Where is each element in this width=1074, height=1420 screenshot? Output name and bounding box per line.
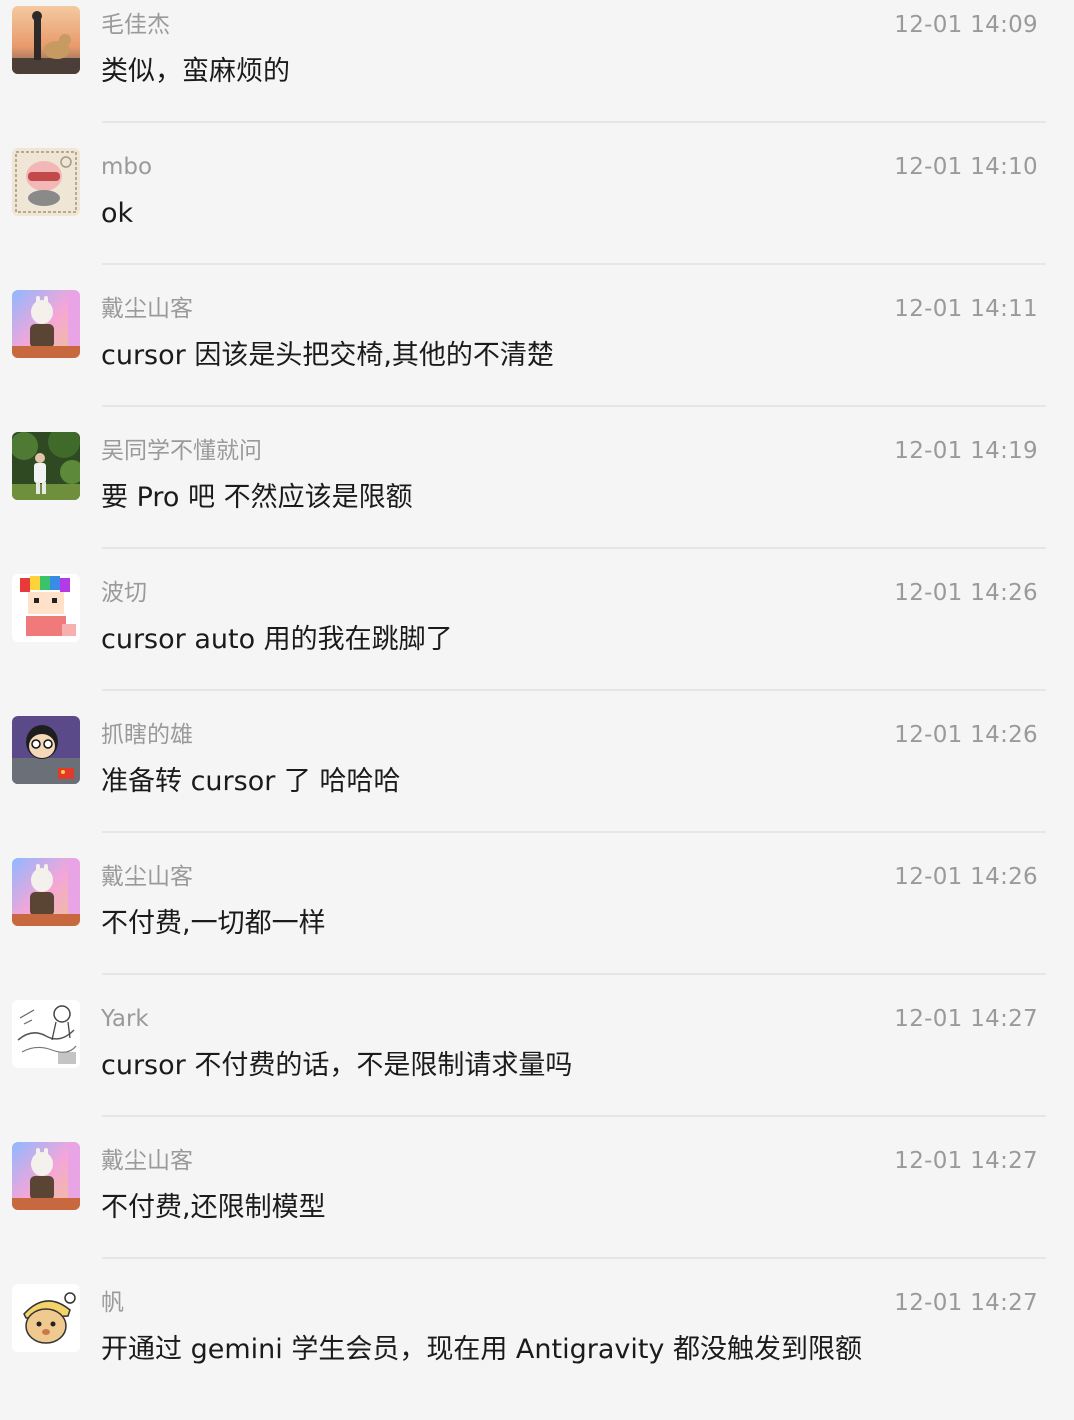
- message-item[interactable]: 抓瞎的雄 12-01 14:26 准备转 cursor 了 哈哈哈: [0, 710, 1074, 852]
- avatar[interactable]: [12, 1000, 80, 1068]
- divider: [102, 689, 1046, 691]
- message-text: 要 Pro 吧 不然应该是限额: [101, 482, 413, 513]
- message-time: 12-01 14:11: [894, 296, 1038, 322]
- message-time: 12-01 14:26: [894, 722, 1038, 748]
- avatar[interactable]: [12, 6, 80, 74]
- avatar[interactable]: [12, 574, 80, 642]
- sender-name: 抓瞎的雄: [101, 722, 193, 748]
- sender-name: 戴尘山客: [101, 296, 193, 322]
- message-text: cursor 因该是头把交椅,其他的不清楚: [101, 340, 554, 371]
- avatar[interactable]: [12, 1142, 80, 1210]
- message-item[interactable]: 戴尘山客 12-01 14:11 cursor 因该是头把交椅,其他的不清楚: [0, 284, 1074, 426]
- sender-name: 戴尘山客: [101, 1148, 193, 1174]
- sender-name: 毛佳杰: [101, 12, 170, 38]
- avatar-cartoon-boy-icon: [12, 716, 80, 784]
- message-time: 12-01 14:26: [894, 864, 1038, 890]
- message-item[interactable]: Yark 12-01 14:27 cursor 不付费的话，不是限制请求量吗: [0, 994, 1074, 1136]
- avatar[interactable]: [12, 148, 80, 216]
- message-text: 不付费,一切都一样: [101, 908, 326, 939]
- sender-name: mbo: [101, 154, 153, 180]
- message-text: 准备转 cursor 了 哈哈哈: [101, 766, 401, 797]
- divider: [102, 973, 1046, 975]
- message-text: cursor 不付费的话，不是限制请求量吗: [101, 1050, 573, 1081]
- message-item[interactable]: 帆 12-01 14:27 开通过 gemini 学生会员，现在用 Antigr…: [0, 1278, 1074, 1420]
- message-item[interactable]: 戴尘山客 12-01 14:27 不付费,还限制模型: [0, 1136, 1074, 1278]
- divider: [102, 405, 1046, 407]
- avatar[interactable]: [12, 1284, 80, 1352]
- avatar-person-forest-icon: [12, 432, 80, 500]
- message-time: 12-01 14:19: [894, 438, 1038, 464]
- message-text: 不付费,还限制模型: [101, 1192, 326, 1223]
- avatar[interactable]: [12, 716, 80, 784]
- avatar-cartoon-bear-icon: [12, 1284, 80, 1352]
- sender-name: 戴尘山客: [101, 864, 193, 890]
- message-item[interactable]: 波切 12-01 14:26 cursor auto 用的我在跳脚了: [0, 568, 1074, 710]
- chat-message-list: 毛佳杰 12-01 14:09 类似，蛮麻烦的 mbo 12-01 14:10 …: [0, 0, 1074, 1392]
- divider: [102, 1115, 1046, 1117]
- divider: [102, 547, 1046, 549]
- avatar-rabbit-warrior-icon: [12, 858, 80, 926]
- sender-name: Yark: [101, 1006, 149, 1032]
- message-time: 12-01 14:27: [894, 1006, 1038, 1032]
- message-time: 12-01 14:09: [894, 12, 1038, 38]
- sender-name: 吴同学不懂就问: [101, 438, 262, 464]
- divider: [102, 1257, 1046, 1259]
- avatar[interactable]: [12, 858, 80, 926]
- avatar-pig-stamp-icon: [12, 148, 80, 216]
- divider: [102, 263, 1046, 265]
- message-item[interactable]: mbo 12-01 14:10 ok: [0, 142, 1074, 284]
- message-text: ok: [101, 198, 134, 229]
- message-time: 12-01 14:27: [894, 1148, 1038, 1174]
- divider: [102, 121, 1046, 123]
- avatar-boy-dog-icon: [12, 6, 80, 74]
- sender-name: 波切: [101, 580, 147, 606]
- message-item[interactable]: 毛佳杰 12-01 14:09 类似，蛮麻烦的: [0, 0, 1074, 142]
- message-time: 12-01 14:26: [894, 580, 1038, 606]
- message-time: 12-01 14:27: [894, 1290, 1038, 1316]
- avatar[interactable]: [12, 432, 80, 500]
- avatar-rabbit-warrior-icon: [12, 290, 80, 358]
- avatar[interactable]: [12, 290, 80, 358]
- message-text: 开通过 gemini 学生会员，现在用 Antigravity 都没触发到限额: [101, 1334, 862, 1365]
- avatar-pixel-rainbow-icon: [12, 574, 80, 642]
- avatar-rabbit-warrior-icon: [12, 1142, 80, 1210]
- message-text: 类似，蛮麻烦的: [101, 56, 290, 87]
- avatar-sketch-icon: [12, 1000, 80, 1068]
- message-item[interactable]: 吴同学不懂就问 12-01 14:19 要 Pro 吧 不然应该是限额: [0, 426, 1074, 568]
- divider: [102, 831, 1046, 833]
- message-text: cursor auto 用的我在跳脚了: [101, 624, 453, 655]
- message-item[interactable]: 戴尘山客 12-01 14:26 不付费,一切都一样: [0, 852, 1074, 994]
- sender-name: 帆: [101, 1290, 124, 1316]
- message-time: 12-01 14:10: [894, 154, 1038, 180]
